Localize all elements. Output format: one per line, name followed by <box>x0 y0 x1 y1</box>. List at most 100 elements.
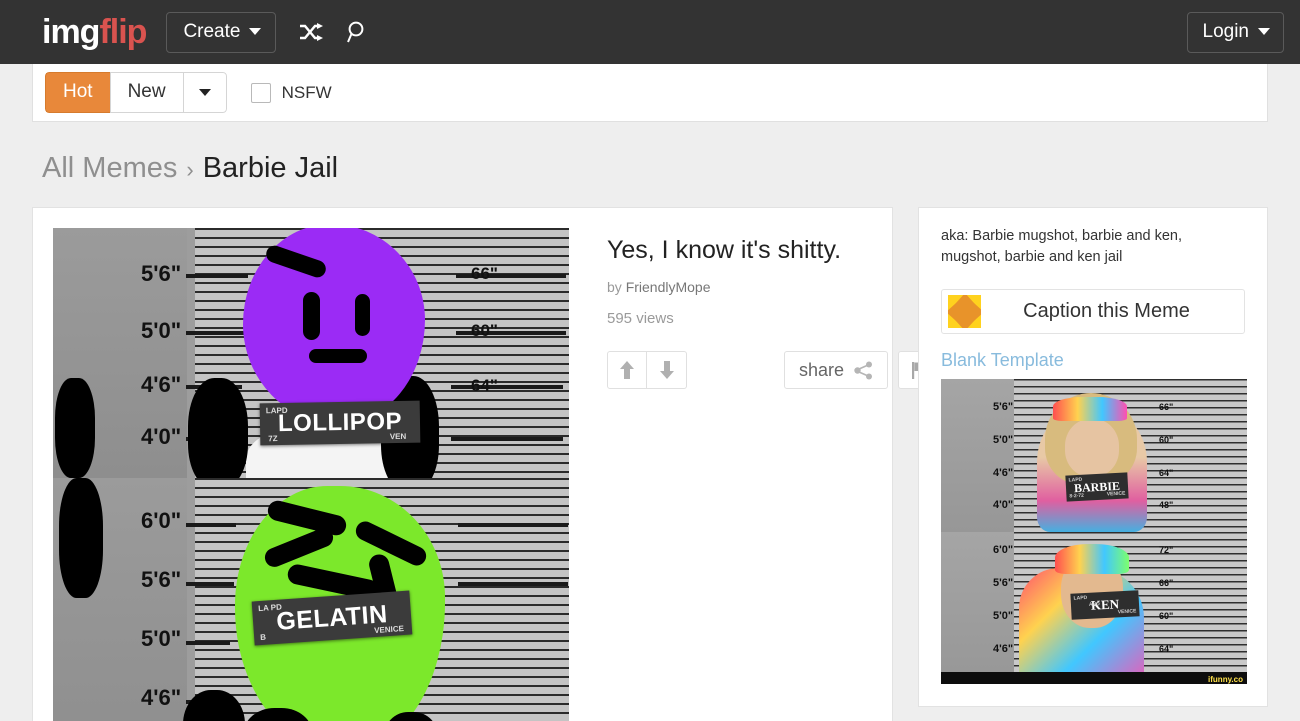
share-button-label: share <box>799 359 845 380</box>
tick-major <box>186 331 248 335</box>
watermark-bar <box>941 672 1247 685</box>
tick-major <box>186 274 248 278</box>
tick-major <box>458 523 568 527</box>
height-label: 4'6" <box>141 372 182 397</box>
height-label: 60" <box>1159 435 1174 446</box>
tick-major <box>186 523 236 527</box>
arrow-down-icon <box>659 361 674 379</box>
filter-bar: Hot New NSFW <box>32 64 1268 122</box>
sort-new-button[interactable]: New <box>109 72 183 113</box>
character-limb <box>59 478 103 598</box>
mugshot-sign-barbie: LAPD BARBIE 8-2-72 VENICE <box>1065 472 1129 502</box>
sign-code: 8-2-72 <box>1069 492 1085 500</box>
height-label: 6'0" <box>993 543 1014 556</box>
character-arm-left <box>188 378 248 478</box>
downvote-button[interactable] <box>647 351 687 389</box>
height-label: 48" <box>1159 500 1174 511</box>
blank-template-link[interactable]: Blank Template <box>941 350 1064 371</box>
height-label: 5'0" <box>993 609 1014 622</box>
sign-city: VENICE <box>1106 490 1126 498</box>
arrow-up-icon <box>620 361 634 379</box>
meme-actions: share <box>607 351 942 389</box>
nsfw-toggle[interactable]: NSFW <box>250 82 332 103</box>
height-label: 60" <box>471 321 498 340</box>
create-button[interactable]: Create <box>166 11 277 53</box>
meme-info: Yes, I know it's shitty. by FriendlyMope… <box>569 228 942 721</box>
template-panel-top: 5'6" 5'0" 4'6" 4'0" 66" 60" 64" 48" LAPD… <box>941 379 1247 532</box>
sort-hot-button[interactable]: Hot <box>45 72 110 113</box>
height-label: 5'6" <box>993 401 1014 414</box>
height-label: 4'0" <box>141 424 182 449</box>
search-icon[interactable] <box>346 20 370 44</box>
height-label: 4'6" <box>141 685 182 710</box>
by-prefix: by <box>607 279 622 295</box>
sign-code: B <box>259 632 267 643</box>
tick-major <box>451 385 563 389</box>
shuffle-icon[interactable] <box>298 22 324 42</box>
breadcrumb-all-memes[interactable]: All Memes <box>42 152 177 185</box>
watermark-text: ifunny.co <box>1208 675 1243 685</box>
chevron-down-icon <box>198 88 211 96</box>
breadcrumb-separator: › <box>186 157 194 182</box>
height-label: 5'0" <box>141 626 182 651</box>
chevron-down-icon <box>1258 28 1270 35</box>
nsfw-checkbox[interactable] <box>250 82 271 103</box>
sign-dept: LAPD <box>1068 476 1083 484</box>
height-label: 5'6" <box>993 576 1014 589</box>
mouth <box>309 349 367 363</box>
height-label: 5'6" <box>141 567 182 592</box>
eye-left <box>303 292 320 340</box>
tick-major <box>458 582 568 586</box>
height-label: 64" <box>471 376 498 395</box>
tick-major <box>451 437 563 441</box>
sign-code: AND <box>1088 600 1100 608</box>
height-label: 6'0" <box>141 508 182 533</box>
template-panel-bottom: 6'0" 5'6" 5'0" 4'6" 72" 66" 60" 64" LAPD… <box>941 531 1247 685</box>
upvote-button[interactable] <box>607 351 647 389</box>
meme-title: Yes, I know it's shitty. <box>607 236 842 264</box>
login-button[interactable]: Login <box>1186 11 1284 53</box>
aka-names: aka: Barbie mugshot, barbie and ken, mug… <box>941 228 1183 265</box>
sort-dropdown-button[interactable] <box>182 72 227 113</box>
height-label: 64" <box>1159 643 1174 654</box>
main-content: 5'6" 5'0" 4'6" 4'0" 66" 60" 64" LAPD LOL… <box>32 207 1300 721</box>
logo-text-flip: flip <box>99 13 147 51</box>
meme-image[interactable]: 5'6" 5'0" 4'6" 4'0" 66" 60" 64" LAPD LOL… <box>53 228 569 721</box>
meme-panel-top: 5'6" 5'0" 4'6" 4'0" 66" 60" 64" LAPD LOL… <box>53 228 569 478</box>
mugshot-sign-ken: LAPD KEN AND VENICE <box>1070 589 1140 620</box>
height-label: 60" <box>1159 610 1174 621</box>
login-button-label: Login <box>1202 20 1250 42</box>
eye-left <box>262 525 336 570</box>
site-header: imgflip Create Login <box>0 0 1300 64</box>
height-label: 5'0" <box>141 318 182 343</box>
caption-this-meme-button[interactable]: Caption this Meme <box>941 289 1245 335</box>
meme-views: 595 views <box>607 310 674 327</box>
sign-city: VENICE <box>1117 608 1137 615</box>
imgflip-logo[interactable]: imgflip <box>42 13 147 51</box>
height-label: 72" <box>1159 544 1174 555</box>
sign-city: VENICE <box>373 624 405 636</box>
height-label: 66" <box>471 264 498 283</box>
height-label: 5'6" <box>141 261 182 286</box>
breadcrumb: All Memes › Barbie Jail <box>42 152 1300 185</box>
pinwheel-icon <box>948 295 981 329</box>
eyebrow <box>263 243 329 280</box>
character-purple-head <box>243 228 425 424</box>
height-label: 64" <box>1159 468 1174 479</box>
barbie-visor <box>1053 397 1127 422</box>
height-label: 4'0" <box>993 499 1014 512</box>
height-label: 66" <box>1159 577 1174 588</box>
ken-hat <box>1055 543 1129 574</box>
chevron-down-icon <box>249 28 262 35</box>
height-label: 5'0" <box>993 434 1014 447</box>
sort-button-group: Hot New <box>45 72 227 113</box>
character-limb <box>55 378 95 478</box>
blank-template-image[interactable]: 5'6" 5'0" 4'6" 4'0" 66" 60" 64" 48" LAPD… <box>941 379 1247 685</box>
share-button[interactable]: share <box>784 351 889 389</box>
height-label: 4'6" <box>993 642 1014 655</box>
eyebrow-right <box>352 518 430 569</box>
nsfw-label: NSFW <box>281 82 332 102</box>
sign-dept: LAPD <box>265 405 288 416</box>
sign-name: LOLLIPOP <box>277 407 403 438</box>
meme-author-link[interactable]: FriendlyMope <box>626 279 711 295</box>
